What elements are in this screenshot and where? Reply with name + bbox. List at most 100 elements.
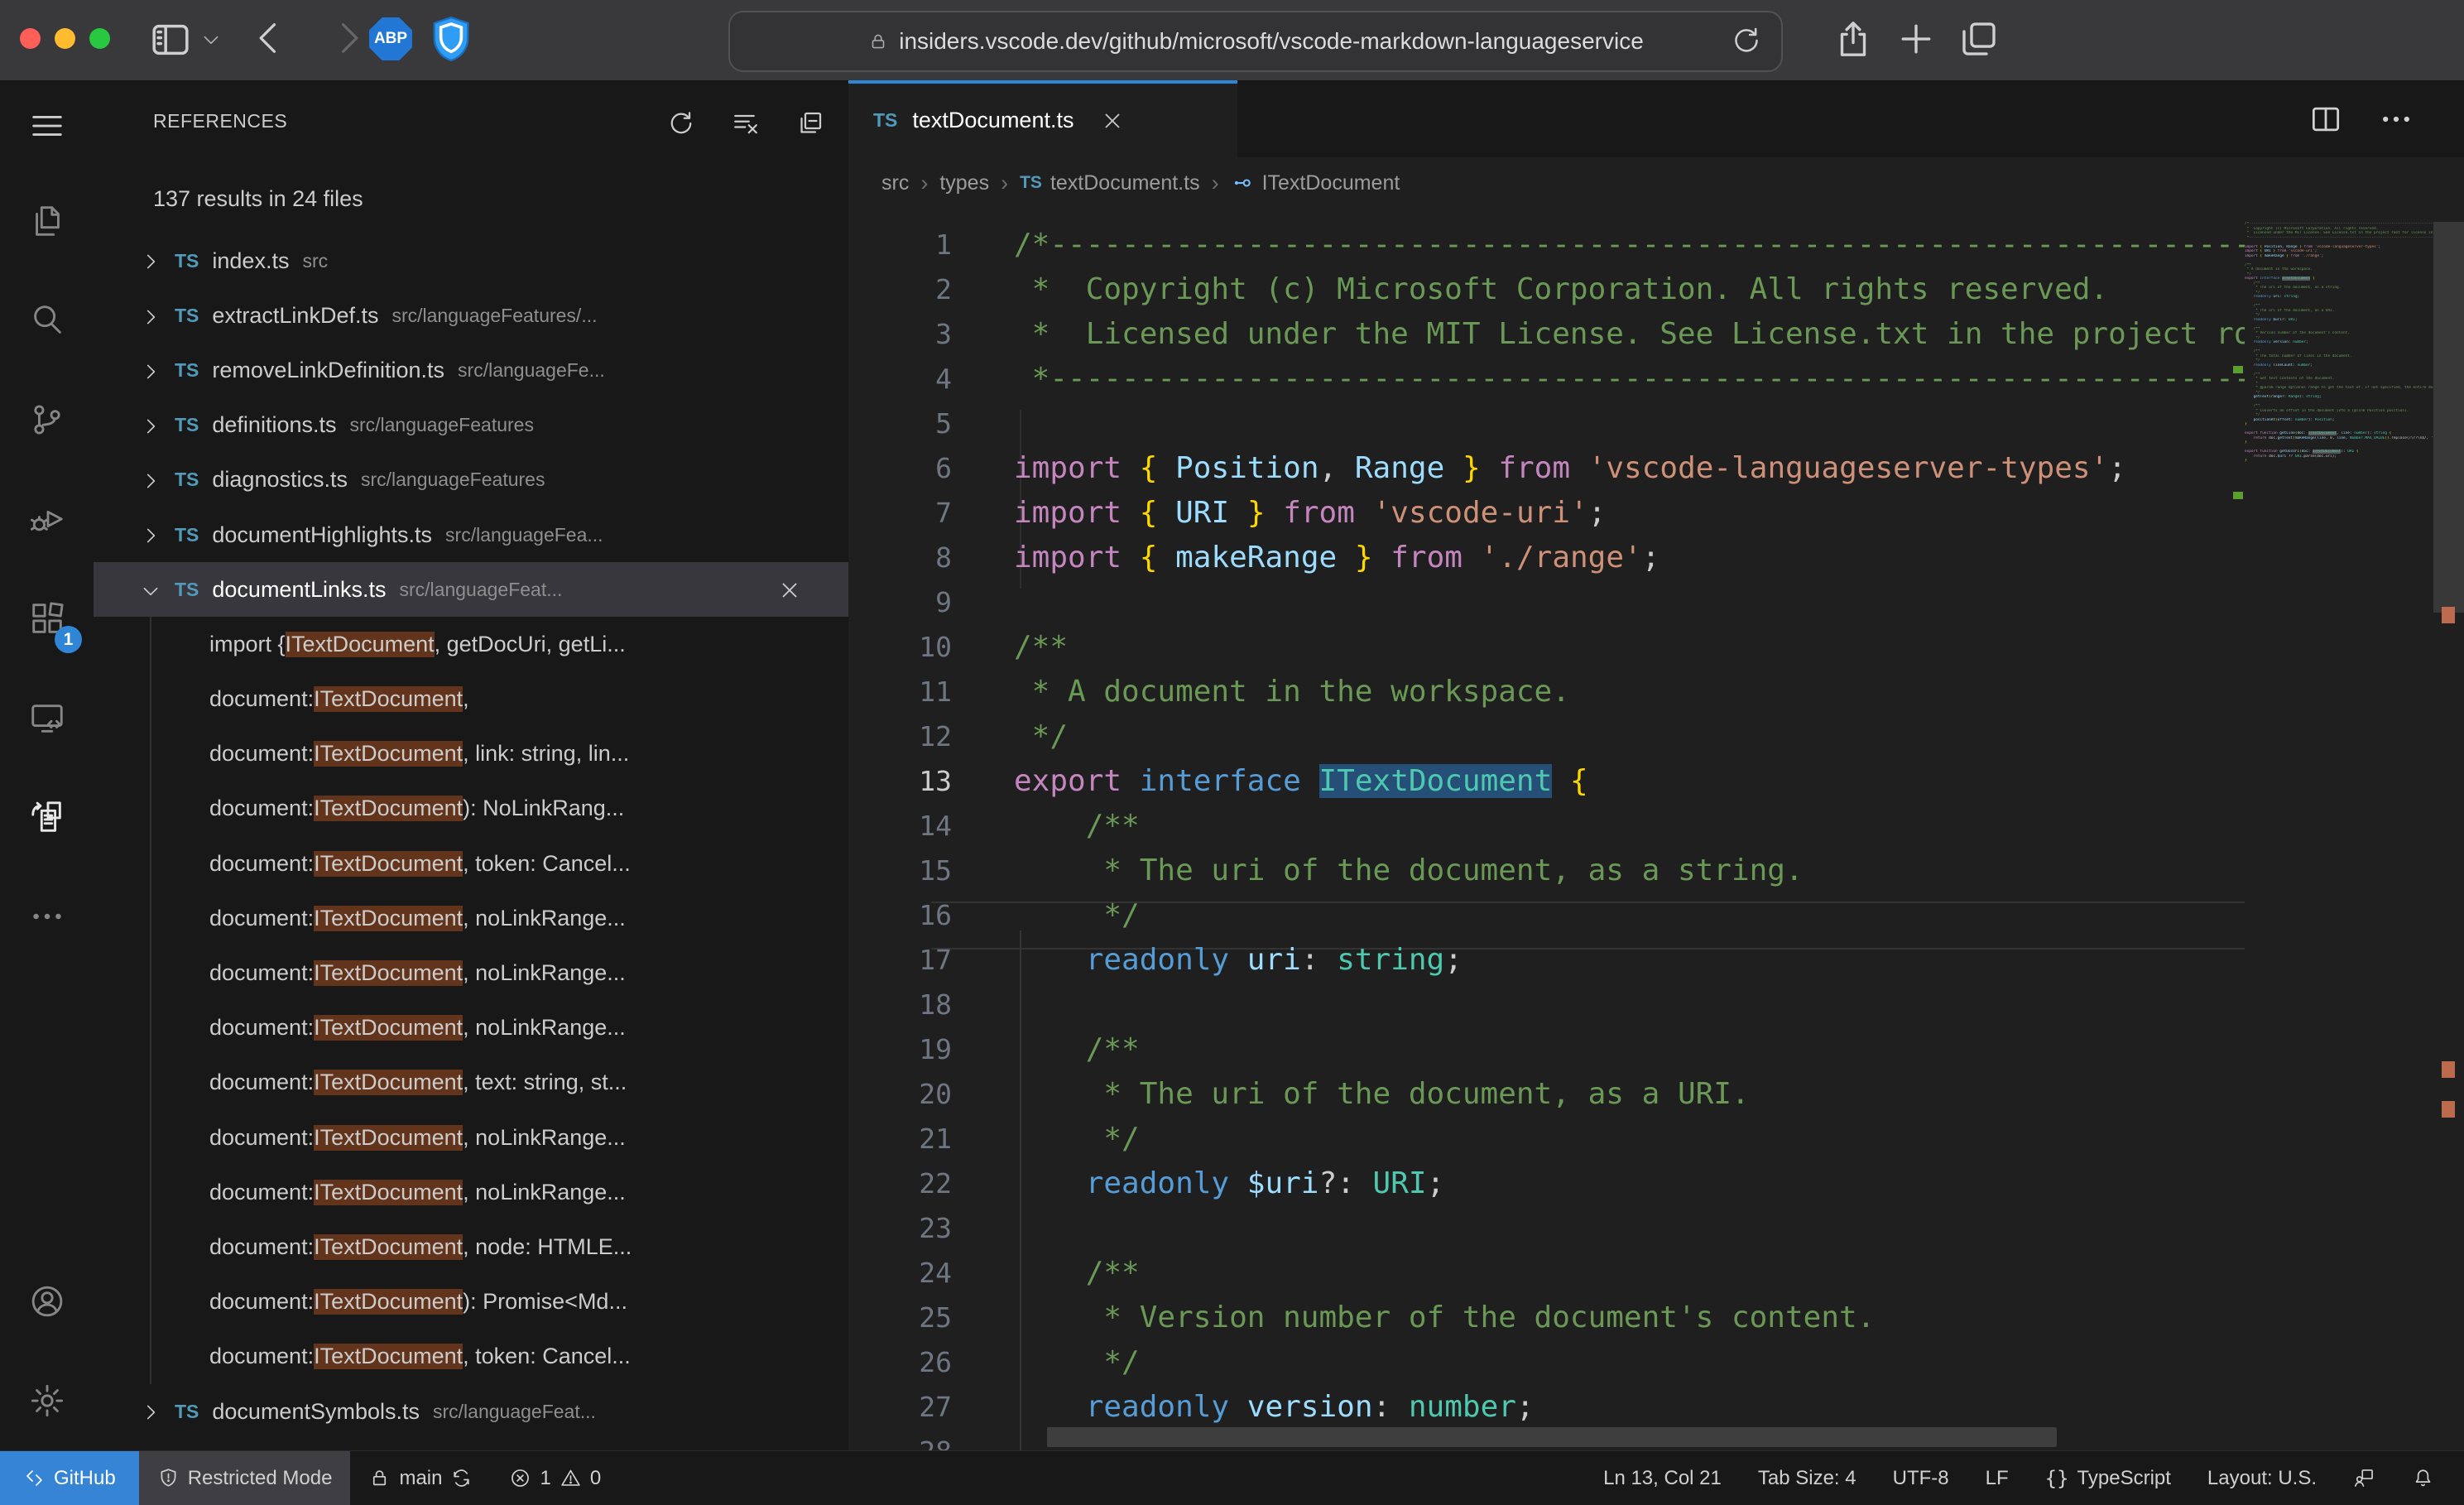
status-restricted-mode[interactable]: Restricted Mode <box>139 1451 351 1505</box>
activity-item-extensions[interactable]: 1 <box>0 569 94 668</box>
chevron-right-icon[interactable] <box>140 522 161 548</box>
sidebar-toggle-icon[interactable] <box>147 17 194 63</box>
reference-result-row[interactable]: document: ITextDocument, noLinkRange... <box>94 945 848 1000</box>
reference-result-row[interactable]: document: ITextDocument, <box>94 672 848 727</box>
breadcrumb-item-src[interactable]: src <box>881 171 909 195</box>
split-editor-icon[interactable] <box>2305 99 2346 140</box>
status-eol[interactable]: LF <box>1967 1451 2027 1505</box>
overview-ruler-mark <box>2442 1061 2455 1078</box>
new-tab-icon[interactable] <box>1894 17 1938 61</box>
scrollbar-thumb[interactable] <box>2433 222 2464 613</box>
status-encoding[interactable]: UTF-8 <box>1875 1451 1967 1505</box>
file-row-removeLinkDefinition.ts[interactable]: TSremoveLinkDefinition.tssrc/languageFe.… <box>94 343 848 397</box>
window-close-button[interactable] <box>20 28 41 49</box>
status-notifications[interactable] <box>2394 1451 2452 1505</box>
reference-result-row[interactable]: document: ITextDocument): NoLinkRang... <box>94 781 848 836</box>
status-branch[interactable]: main <box>350 1451 491 1505</box>
address-bar[interactable]: insiders.vscode.dev/github/microsoft/vsc… <box>728 11 1783 72</box>
file-path: src/languageFeat... <box>400 579 563 601</box>
file-row-documentHighlights.ts[interactable]: TSdocumentHighlights.tssrc/languageFea..… <box>94 507 848 562</box>
adblock-extension-icon[interactable]: ABP <box>369 17 412 60</box>
tab-textdocument[interactable]: TS textDocument.ts <box>848 80 1237 157</box>
match-highlight: ITextDocument <box>314 1180 463 1205</box>
chevron-right-icon[interactable] <box>140 303 161 329</box>
reload-icon[interactable] <box>1730 24 1763 57</box>
file-row-diagnostics.ts[interactable]: TSdiagnostics.tssrc/languageFeatures <box>94 453 848 507</box>
chevron-down-icon[interactable] <box>200 30 222 51</box>
status-language-mode[interactable]: {}TypeScript <box>2027 1451 2189 1505</box>
results-tree: TSindex.tssrcTSextractLinkDef.tssrc/lang… <box>94 233 848 1439</box>
editor-group: TS textDocument.ts src›types›TStextDocum… <box>848 80 2464 1450</box>
reference-result-row[interactable]: import { ITextDocument, getDocUri, getLi… <box>94 617 848 671</box>
chevron-down-icon[interactable] <box>140 577 161 603</box>
dismiss-file-icon[interactable] <box>777 576 802 603</box>
chevron-right-icon[interactable] <box>140 1399 161 1425</box>
ts-file-icon: TS <box>175 579 199 601</box>
refresh-icon[interactable] <box>663 105 699 142</box>
file-row-index.ts[interactable]: TSindex.tssrc <box>94 233 848 288</box>
status-keyboard-layout[interactable]: Layout: U.S. <box>2189 1451 2335 1505</box>
status-bar-right: Ln 13, Col 21Tab Size: 4UTF-8LF{}TypeScr… <box>1585 1451 2452 1505</box>
chevron-right-icon[interactable] <box>140 412 161 438</box>
shield-extension-icon[interactable] <box>429 14 473 68</box>
activity-item-search[interactable] <box>0 271 94 370</box>
share-icon[interactable] <box>1831 17 1876 61</box>
activity-item-source-control[interactable] <box>0 370 94 469</box>
reference-result-row[interactable]: document: ITextDocument): Promise<Md... <box>94 1275 848 1329</box>
file-row-extractLinkDef.ts[interactable]: TSextractLinkDef.tssrc/languageFeatures/… <box>94 288 848 343</box>
activity-item-remote-explorer[interactable] <box>0 668 94 767</box>
interface-symbol-icon <box>1231 171 1254 195</box>
reference-result-row[interactable]: document: ITextDocument, noLinkRange... <box>94 1165 848 1219</box>
status-indentation[interactable]: Tab Size: 4 <box>1740 1451 1875 1505</box>
editor-more-actions-icon[interactable] <box>2375 99 2417 140</box>
code-editor[interactable]: 1234567891011121314151617181920212223242… <box>848 209 2464 1450</box>
status-problems[interactable]: 10 <box>491 1451 619 1505</box>
status-remote-host[interactable]: GitHub <box>0 1451 139 1505</box>
reference-result-row[interactable]: document: ITextDocument, node: HTMLE... <box>94 1219 848 1274</box>
status-feedback[interactable] <box>2335 1451 2394 1505</box>
breadcrumb-item-ITextDocument[interactable]: ITextDocument <box>1231 171 1400 195</box>
reference-result-row[interactable]: document: ITextDocument, token: Cancel..… <box>94 836 848 891</box>
clear-results-icon[interactable] <box>728 105 764 142</box>
chevron-right-icon[interactable] <box>140 467 161 493</box>
line-number: 10 <box>848 625 952 670</box>
reference-result-row[interactable]: document: ITextDocument, text: string, s… <box>94 1055 848 1110</box>
tab-overview-icon[interactable] <box>1957 17 2001 61</box>
reference-result-row[interactable]: document: ITextDocument, link: string, l… <box>94 727 848 781</box>
collapse-all-icon[interactable] <box>792 105 829 142</box>
file-path: src/languageFe... <box>458 359 605 382</box>
window-zoom-button[interactable] <box>89 28 110 49</box>
minimap[interactable]: /*--------------------------------------… <box>2245 209 2433 1450</box>
reference-result-row[interactable]: document: ITextDocument, noLinkRange... <box>94 891 848 945</box>
file-row-definitions.ts[interactable]: TSdefinitions.tssrc/languageFeatures <box>94 398 848 453</box>
breadcrumb-item-types[interactable]: types <box>939 171 989 195</box>
file-row-documentSymbols.ts[interactable]: TSdocumentSymbols.tssrc/languageFeat... <box>94 1384 848 1439</box>
vertical-scrollbar[interactable] <box>2433 209 2464 1450</box>
match-highlight: ITextDocument <box>286 632 435 657</box>
horizontal-scrollbar-thumb[interactable] <box>1047 1427 2057 1447</box>
activity-item-explorer[interactable] <box>0 171 94 271</box>
forward-button[interactable] <box>326 17 369 60</box>
window-minimize-button[interactable] <box>55 28 75 49</box>
file-row-documentLinks.ts[interactable]: TSdocumentLinks.tssrc/languageFeat... <box>94 562 848 617</box>
ts-file-icon: TS <box>175 414 199 436</box>
reference-result-row[interactable]: document: ITextDocument, noLinkRange... <box>94 1001 848 1055</box>
chevron-right-icon[interactable] <box>140 248 161 274</box>
line-number: 3 <box>848 312 952 357</box>
activity-item-settings[interactable] <box>0 1351 94 1450</box>
chevron-right-icon[interactable] <box>140 358 161 383</box>
ts-file-icon: TS <box>175 305 199 327</box>
activity-item-references[interactable] <box>0 767 94 867</box>
back-button[interactable] <box>248 17 291 60</box>
file-path: src <box>302 250 328 272</box>
activity-item-run-and-debug[interactable] <box>0 469 94 569</box>
breadcrumb-item-textDocument.ts[interactable]: TStextDocument.ts <box>1020 171 1199 195</box>
status-cursor-position[interactable]: Ln 13, Col 21 <box>1585 1451 1740 1505</box>
activity-item-accounts[interactable] <box>0 1252 94 1351</box>
tab-close-icon[interactable] <box>1100 108 1125 134</box>
activity-item-more-views[interactable] <box>0 867 94 966</box>
menu-icon[interactable] <box>0 80 94 171</box>
reference-result-row[interactable]: document: ITextDocument, noLinkRange... <box>94 1110 848 1165</box>
reference-result-row[interactable]: document: ITextDocument, token: Cancel..… <box>94 1329 848 1384</box>
extensions-badge: 1 <box>55 626 82 653</box>
